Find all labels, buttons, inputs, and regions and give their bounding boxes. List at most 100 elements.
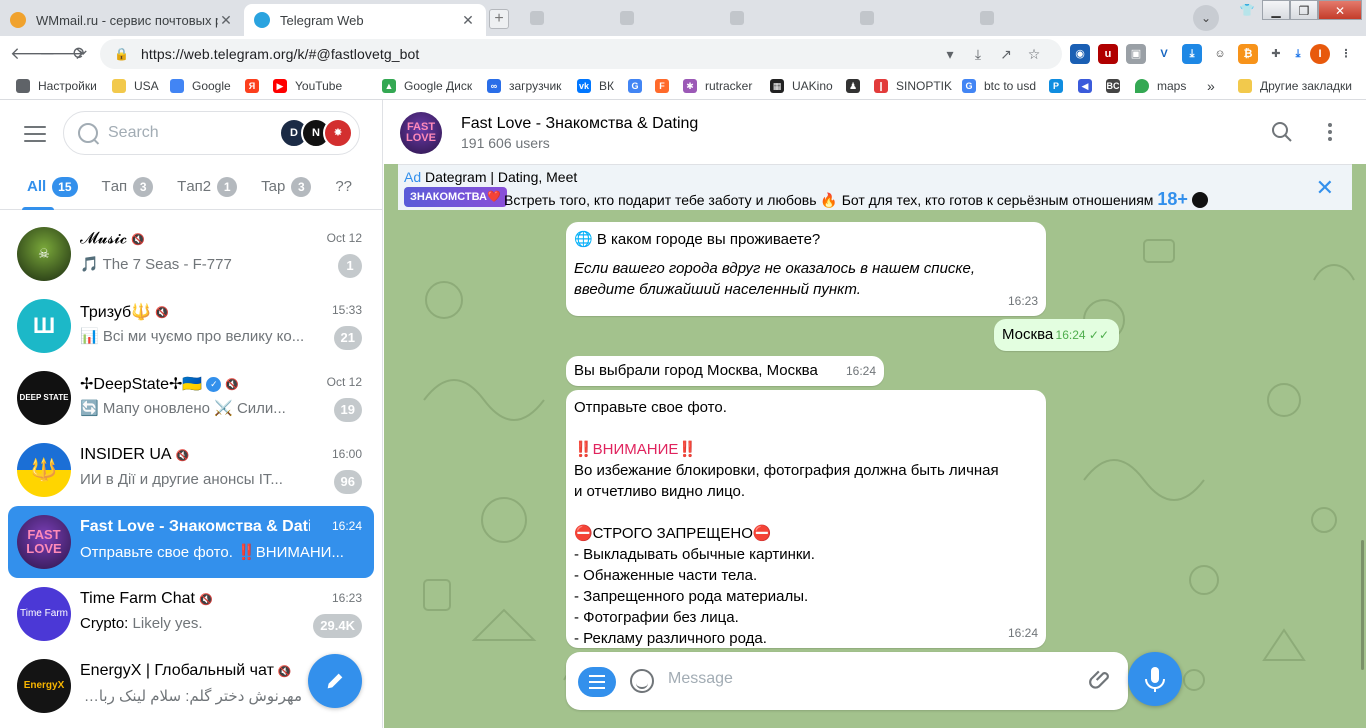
lock-icon[interactable]: 🔒 xyxy=(114,47,129,61)
bookmark-item[interactable]: ▲ Google Диск xyxy=(382,76,472,96)
folder-tab-tap2[interactable]: Tап2 1 xyxy=(177,176,238,197)
tab-close-icon[interactable]: ✕ xyxy=(218,12,234,29)
message-outgoing[interactable]: Москва 16:24 ✓✓ xyxy=(994,319,1119,351)
bookmark-item[interactable]: ▶ YouTube xyxy=(273,76,342,96)
minimize-button[interactable]: ▁ xyxy=(1262,0,1290,20)
tab-search-icon[interactable]: ⌄ xyxy=(1193,5,1219,31)
bookmarks-overflow-button[interactable]: » xyxy=(1207,76,1215,96)
dropdown-icon[interactable]: ▾ xyxy=(936,46,964,63)
folder-tab-all[interactable]: All 15 xyxy=(27,176,78,197)
btc-extension-icon[interactable]: ₿ xyxy=(1238,44,1258,64)
extensions-puzzle-icon[interactable]: ✚ xyxy=(1266,44,1286,64)
bookmark-item[interactable]: ♟ xyxy=(846,76,868,96)
inactive-tab[interactable] xyxy=(730,8,750,28)
url-text[interactable]: https://web.telegram.org/k/#@fastlovetg_… xyxy=(141,46,936,62)
other-bookmarks[interactable]: Другие закладки xyxy=(1238,76,1352,96)
profile-avatar[interactable]: I xyxy=(1310,44,1330,64)
avatar: 🔱 xyxy=(17,443,71,497)
forward-button[interactable]: 🡒 xyxy=(39,42,85,66)
ghost-extension-icon[interactable]: ☺ xyxy=(1210,44,1230,64)
inactive-tab[interactable] xyxy=(860,8,880,28)
tshirt-icon[interactable]: 👕 xyxy=(1236,0,1258,20)
bookmark-item[interactable]: USA xyxy=(112,76,159,96)
bookmark-item[interactable]: G xyxy=(628,76,650,96)
search-icon[interactable] xyxy=(1270,120,1294,144)
inactive-tab[interactable] xyxy=(530,8,550,28)
install-icon[interactable]: ⤓ xyxy=(964,46,992,63)
share-icon[interactable]: ↗ xyxy=(992,46,1020,63)
scrollbar[interactable] xyxy=(1361,540,1364,670)
compose-button[interactable] xyxy=(308,654,362,708)
bookmark-item[interactable]: ◀ xyxy=(1078,76,1100,96)
reload-button[interactable]: ⟳ xyxy=(68,42,92,66)
tab-telegram[interactable]: Telegram Web ✕ xyxy=(244,4,486,36)
chat-item-insider-ua[interactable]: 🔱 INSIDER UA 🔇 16:00 ИИ в Дії и другие ан… xyxy=(8,434,374,506)
folder-tab-tap[interactable]: Tап 3 xyxy=(102,176,154,197)
download-extension-icon[interactable]: ⤓ xyxy=(1182,44,1202,64)
vpn-extension-icon[interactable]: ◉ xyxy=(1070,44,1090,64)
briefcase-extension-icon[interactable]: ▣ xyxy=(1126,44,1146,64)
new-tab-button[interactable]: + xyxy=(489,9,509,29)
chat-avatar[interactable]: FAST LOVE xyxy=(400,112,442,154)
menu-kebab-icon[interactable]: ⋮ xyxy=(1336,44,1356,64)
bookmark-item[interactable]: F xyxy=(655,76,677,96)
drive-icon: ▲ xyxy=(382,79,396,93)
message-incoming[interactable]: Вы выбрали город Москва, Москва 16:24 xyxy=(566,356,884,386)
attach-icon[interactable] xyxy=(1088,667,1114,693)
bookmark-item[interactable]: Настройки xyxy=(16,76,97,96)
bookmark-item[interactable]: ✱ rutracker xyxy=(683,76,752,96)
bookmark-item[interactable]: Я xyxy=(245,76,267,96)
ad-title[interactable]: Ad Dategram | Dating, Meet xyxy=(404,169,577,185)
chat-item-music[interactable]: ☠ 𝓜𝓾𝓼𝓲𝓬 🔇 Oct 12 🎵 The 7 Seas - F-777 1 xyxy=(8,218,374,290)
search-bar[interactable]: D N ✸ xyxy=(63,111,360,155)
chat-panel: FAST LOVE Fast Love - Знакомства & Datin… xyxy=(384,100,1366,728)
bookmark-item[interactable]: ▦ UAKino xyxy=(770,76,833,96)
message-input[interactable] xyxy=(668,670,1068,688)
maximize-button[interactable]: ❐ xyxy=(1290,0,1318,20)
address-bar[interactable]: 🔒 https://web.telegram.org/k/#@fastlovet… xyxy=(100,39,1062,69)
message-incoming[interactable]: Отправьте свое фото. ‼️ВНИМАНИЕ‼️ Во изб… xyxy=(566,390,1046,648)
story-avatars[interactable]: D N ✸ xyxy=(279,118,353,148)
chat-item-deepstate[interactable]: DEEP STATE ✢DeepState✢🇺🇦 ✓ 🔇 Oct 12 🔄 Мапу… xyxy=(8,362,374,434)
folder-tab-tap-latin[interactable]: Tap 3 xyxy=(261,176,312,197)
voice-record-button[interactable] xyxy=(1128,652,1182,706)
hamburger-menu-icon[interactable] xyxy=(24,126,46,142)
inactive-tab[interactable] xyxy=(980,8,1000,28)
bookmark-item[interactable]: P xyxy=(1049,76,1071,96)
wmmail-favicon-icon xyxy=(10,12,26,28)
bot-menu-button[interactable] xyxy=(578,667,616,697)
bookmark-item[interactable]: vk ВК xyxy=(577,76,614,96)
back-button[interactable]: 🡐 xyxy=(10,42,56,66)
message-line: - Фотографии без лица. xyxy=(574,609,739,626)
bookmark-item[interactable]: BC xyxy=(1106,76,1128,96)
bookmark-star-icon[interactable]: ☆ xyxy=(1020,46,1048,63)
inactive-tab[interactable] xyxy=(620,8,640,28)
tab-wmmail[interactable]: WMmail.ru - сервис почтовых рассылок ✕ xyxy=(0,4,244,36)
close-window-button[interactable]: ✕ xyxy=(1318,0,1362,20)
chat-header[interactable]: FAST LOVE Fast Love - Знакомства & Datin… xyxy=(384,100,1366,164)
story-avatar[interactable]: ✸ xyxy=(323,118,353,148)
folder-tab-unknown[interactable]: ?? xyxy=(335,178,352,195)
bookmark-item[interactable]: Gbtc to usd xyxy=(962,76,1036,96)
downloads-icon[interactable]: ⤓ xyxy=(1288,44,1308,64)
bookmark-item[interactable]: ∞ загрузчик xyxy=(487,76,561,96)
search-input[interactable] xyxy=(108,124,288,142)
sponsored-banner[interactable]: Ad Dategram | Dating, Meet ЗНАКОМСТВА❤️ … xyxy=(398,164,1352,210)
chat-time: 15:33 xyxy=(331,303,362,317)
chat-title[interactable]: Fast Love - Знакомства & Dating xyxy=(461,115,698,133)
emoji-icon[interactable] xyxy=(630,669,654,693)
chat-item-fast-love[interactable]: FAST LOVE Fast Love - Знакомства & Datin… xyxy=(8,506,374,578)
more-icon[interactable] xyxy=(1318,120,1342,144)
tab-close-icon[interactable]: ✕ xyxy=(460,12,476,29)
bookmark-item[interactable]: maps xyxy=(1135,76,1186,96)
ublock-icon[interactable]: u xyxy=(1098,44,1118,64)
chat-item-tryzub[interactable]: Ш Тризуб🔱 🔇 15:33 📊 Всі ми чуємо про вели… xyxy=(8,290,374,362)
message-incoming[interactable]: 🌐 В каком городе вы проживаете? Если ваш… xyxy=(566,222,1046,316)
muted-icon: 🔇 xyxy=(175,449,190,462)
tab-title: Telegram Web xyxy=(280,12,364,28)
v-extension-icon[interactable]: V xyxy=(1154,44,1174,64)
chat-item-time-farm[interactable]: Time Farm Time Farm Chat 🔇 16:23 Crypto: … xyxy=(8,578,374,650)
bookmark-item[interactable]: ❙ SINOPTIK xyxy=(874,76,952,96)
bookmark-item[interactable]: Google xyxy=(170,76,231,96)
close-ad-button[interactable]: ✕ xyxy=(1316,177,1334,199)
